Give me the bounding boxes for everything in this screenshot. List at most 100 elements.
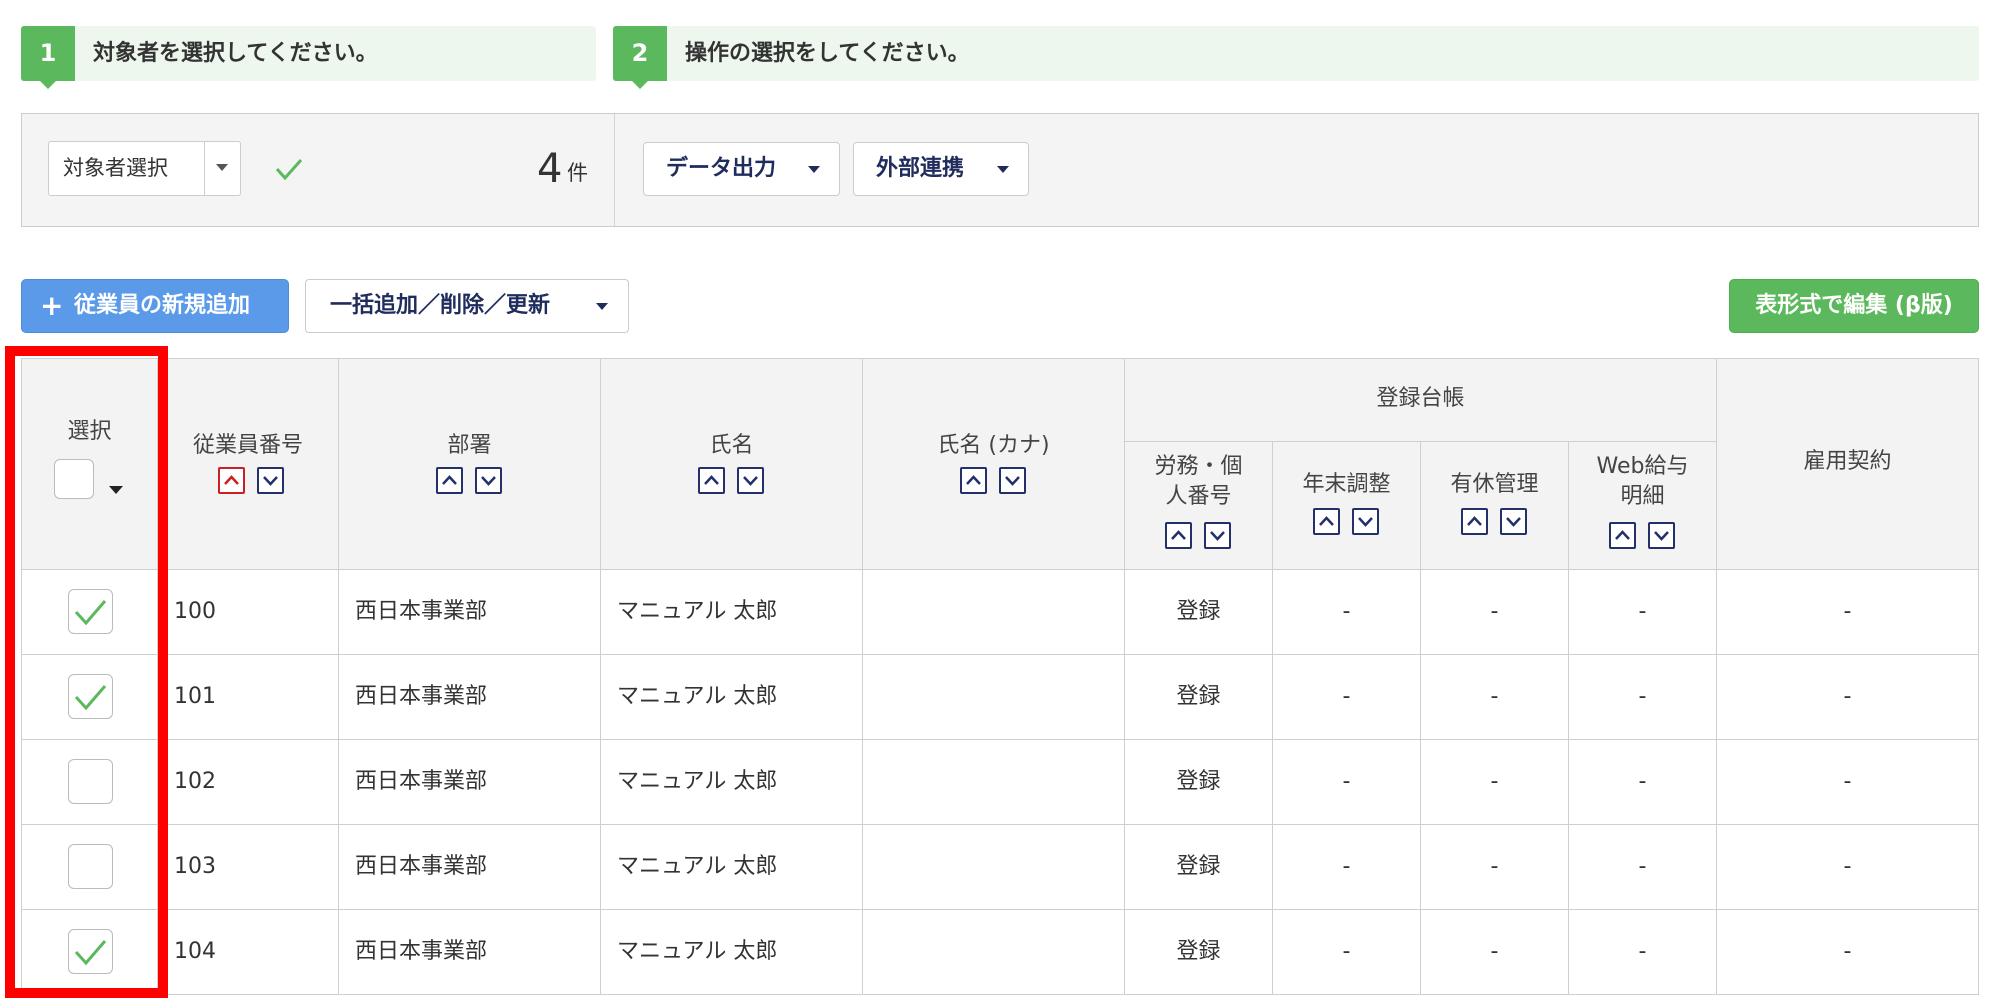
sort-desc-button[interactable] xyxy=(1204,522,1231,549)
sort-asc-button[interactable] xyxy=(1165,522,1192,549)
caret-down-icon xyxy=(808,166,820,173)
header-labor-line2: 人番号 xyxy=(1165,484,1232,509)
target-select-value: 対象者選択 xyxy=(63,156,168,180)
selected-count-unit: 件 xyxy=(567,161,588,185)
step-guide: 1 対象者を選択してください。 2 操作の選択をしてください。 xyxy=(21,26,1979,89)
table-edit-button[interactable]: 表形式で編集 (β版) xyxy=(1729,279,1979,333)
sort-asc-button[interactable] xyxy=(1313,508,1340,535)
sort-asc-button[interactable] xyxy=(1461,508,1488,535)
row-name: マニュアル 太郎 xyxy=(601,740,863,825)
step-2: 2 操作の選択をしてください。 xyxy=(613,26,1979,89)
data-export-label: データ出力 xyxy=(666,156,777,181)
sort-asc-button[interactable] xyxy=(436,467,463,494)
row-employee-no: 103 xyxy=(158,825,339,910)
header-department: 部署 xyxy=(339,358,601,570)
header-select: 選択 xyxy=(21,358,158,570)
row-year-end-text: - xyxy=(1342,939,1351,964)
sort-asc-button[interactable] xyxy=(1609,522,1636,549)
row-web-pay: - xyxy=(1569,570,1717,655)
select-all-checkbox[interactable] xyxy=(54,459,94,499)
row-year-end: - xyxy=(1273,655,1421,740)
employee-table: 選択 従業員番号 部署 氏名 氏名 (カナ) 登録台帳 労務・個 人番号 年末調… xyxy=(21,358,1979,998)
row-web-pay-text: - xyxy=(1638,854,1647,879)
row-checkbox[interactable] xyxy=(68,674,113,719)
header-ledger-group: 登録台帳 xyxy=(1125,358,1717,442)
row-checkbox[interactable] xyxy=(68,844,113,889)
row-year-end: - xyxy=(1273,825,1421,910)
chevron-down-icon[interactable] xyxy=(204,142,240,195)
header-labor-line1: 労務・個 xyxy=(1154,454,1243,479)
selected-count: 4 xyxy=(537,146,563,192)
data-export-dropdown[interactable]: データ出力 xyxy=(643,142,840,196)
row-employee-no: 100 xyxy=(158,570,339,655)
row-labor-text: 登録 xyxy=(1176,769,1221,794)
caret-down-icon xyxy=(997,166,1009,173)
add-employee-button[interactable]: + 従業員の新規追加 xyxy=(21,279,289,333)
row-employee-no-text: 103 xyxy=(174,854,216,879)
row-paid-leave-text: - xyxy=(1490,939,1499,964)
row-paid-leave-text: - xyxy=(1490,599,1499,624)
row-department: 西日本事業部 xyxy=(339,910,601,995)
row-labor-text: 登録 xyxy=(1176,854,1221,879)
row-select-cell xyxy=(21,655,158,740)
row-paid-leave: - xyxy=(1421,825,1569,910)
check-icon xyxy=(74,600,107,626)
header-employee-no: 従業員番号 xyxy=(158,358,339,570)
caret-down-icon[interactable] xyxy=(109,486,123,494)
header-year-end-label: 年末調整 xyxy=(1302,472,1391,497)
row-select-cell xyxy=(21,910,158,995)
row-year-end-text: - xyxy=(1342,854,1351,879)
row-web-pay-text: - xyxy=(1638,599,1647,624)
row-paid-leave: - xyxy=(1421,740,1569,825)
row-year-end-text: - xyxy=(1342,769,1351,794)
row-department-text: 西日本事業部 xyxy=(355,769,488,794)
header-ledger-group-label: 登録台帳 xyxy=(1376,386,1465,411)
sort-desc-button[interactable] xyxy=(999,467,1026,494)
row-name: マニュアル 太郎 xyxy=(601,570,863,655)
row-checkbox[interactable] xyxy=(68,929,113,974)
row-year-end: - xyxy=(1273,910,1421,995)
row-name: マニュアル 太郎 xyxy=(601,910,863,995)
header-name-label: 氏名 xyxy=(709,433,754,458)
row-checkbox[interactable] xyxy=(68,759,113,804)
row-name-kana xyxy=(863,825,1125,910)
row-select-cell xyxy=(21,825,158,910)
row-employment: - xyxy=(1717,825,1979,910)
sort-asc-button[interactable] xyxy=(960,467,987,494)
row-labor: 登録 xyxy=(1125,825,1273,910)
row-name-text: マニュアル 太郎 xyxy=(617,769,778,794)
sort-desc-button[interactable] xyxy=(257,467,284,494)
caret-down-icon xyxy=(596,303,608,310)
row-web-pay: - xyxy=(1569,740,1717,825)
sort-desc-button[interactable] xyxy=(475,467,502,494)
row-name: マニュアル 太郎 xyxy=(601,655,863,740)
sort-desc-button[interactable] xyxy=(1352,508,1379,535)
bulk-operations-dropdown[interactable]: 一括追加／削除／更新 xyxy=(305,279,629,333)
target-select[interactable]: 対象者選択 xyxy=(48,141,241,196)
row-employment-text: - xyxy=(1843,599,1852,624)
row-name-kana xyxy=(863,910,1125,995)
row-department: 西日本事業部 xyxy=(339,570,601,655)
sort-desc-button[interactable] xyxy=(1648,522,1675,549)
row-employment-text: - xyxy=(1843,684,1852,709)
row-department-text: 西日本事業部 xyxy=(355,939,488,964)
sort-desc-button[interactable] xyxy=(1500,508,1527,535)
sort-asc-button[interactable] xyxy=(698,467,725,494)
row-paid-leave: - xyxy=(1421,910,1569,995)
row-employment: - xyxy=(1717,655,1979,740)
row-web-pay-text: - xyxy=(1638,939,1647,964)
row-department: 西日本事業部 xyxy=(339,655,601,740)
row-employee-no: 102 xyxy=(158,740,339,825)
row-employee-no-text: 100 xyxy=(174,599,216,624)
row-labor: 登録 xyxy=(1125,910,1273,995)
header-web-pay-line1: Web給与 xyxy=(1596,454,1689,479)
row-employment: - xyxy=(1717,910,1979,995)
row-name-kana xyxy=(863,655,1125,740)
sort-desc-button[interactable] xyxy=(737,467,764,494)
row-web-pay: - xyxy=(1569,655,1717,740)
external-link-label: 外部連携 xyxy=(876,156,965,181)
sort-asc-button[interactable] xyxy=(218,467,245,494)
external-link-dropdown[interactable]: 外部連携 xyxy=(853,142,1029,196)
header-year-end: 年末調整 xyxy=(1273,442,1421,570)
row-checkbox[interactable] xyxy=(68,589,113,634)
